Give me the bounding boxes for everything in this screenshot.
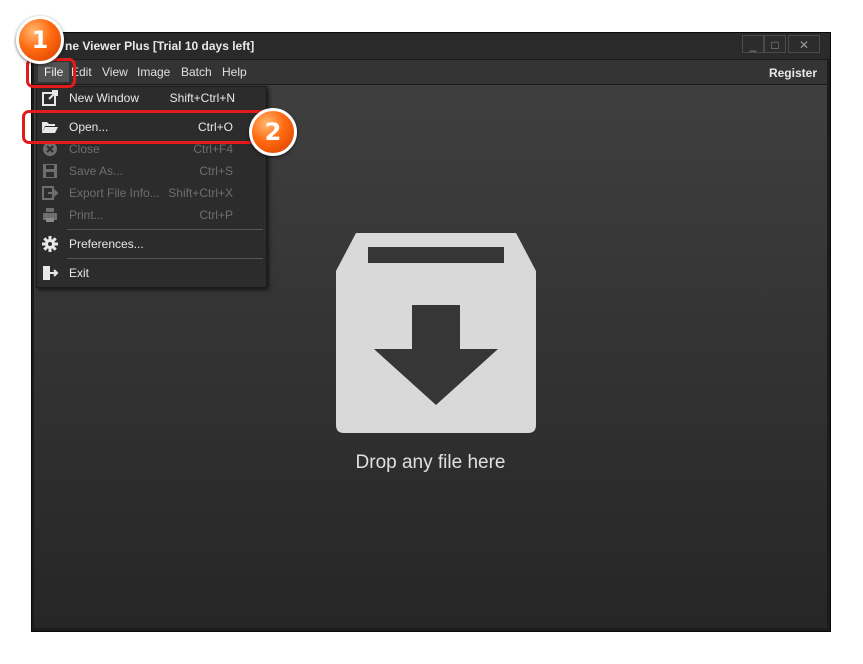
menu-item-save-as[interactable]: Save As... Ctrl+S bbox=[37, 160, 266, 182]
menu-item-export-file-info[interactable]: Export File Info... Shift+Ctrl+X bbox=[37, 182, 266, 204]
export-icon bbox=[42, 186, 59, 200]
new-window-icon bbox=[42, 90, 58, 106]
printer-icon bbox=[43, 208, 57, 222]
menu-separator bbox=[67, 229, 263, 230]
exit-icon bbox=[43, 266, 59, 280]
minimize-button[interactable]: _ bbox=[742, 35, 764, 53]
menu-image[interactable]: Image bbox=[137, 65, 170, 79]
menu-item-preferences[interactable]: Preferences... bbox=[37, 233, 266, 255]
menu-item-shortcut: Ctrl+S bbox=[199, 164, 233, 178]
menu-bar: File Edit View Image Batch Help Register bbox=[34, 60, 827, 84]
menu-view[interactable]: View bbox=[102, 65, 128, 79]
menu-item-label: Preferences... bbox=[69, 237, 144, 251]
gear-icon bbox=[42, 236, 58, 252]
close-button[interactable]: ✕ bbox=[788, 35, 820, 53]
menu-item-shortcut: Shift+Ctrl+N bbox=[169, 91, 235, 105]
step-badge-1: 1 bbox=[16, 16, 64, 64]
highlight-open-item bbox=[22, 110, 288, 144]
save-icon bbox=[43, 164, 57, 178]
menu-item-label: New Window bbox=[69, 91, 140, 105]
menu-item-label: Print... bbox=[69, 208, 104, 222]
menu-item-new-window[interactable]: New Window Shift+Ctrl+N bbox=[37, 87, 266, 109]
maximize-button[interactable]: □ bbox=[764, 35, 786, 53]
menu-item-label: Exit bbox=[69, 266, 90, 280]
menu-item-label: Close bbox=[69, 142, 100, 156]
menu-item-shortcut: Shift+Ctrl+X bbox=[168, 186, 233, 200]
menu-item-print[interactable]: Print... Ctrl+P bbox=[37, 204, 266, 226]
drop-text: Drop any file here bbox=[355, 452, 506, 473]
window-title: ne Viewer Plus [Trial 10 days left] bbox=[65, 39, 255, 53]
download-box-icon bbox=[336, 233, 536, 433]
menu-item-label: Save As... bbox=[69, 164, 124, 178]
menu-item-shortcut: Ctrl+F4 bbox=[193, 142, 233, 156]
menu-item-shortcut: Ctrl+P bbox=[199, 208, 233, 222]
step-badge-2: 2 bbox=[249, 108, 297, 156]
menu-help[interactable]: Help bbox=[222, 65, 247, 79]
menu-item-label: Export File Info... bbox=[69, 186, 160, 200]
title-bar[interactable]: ne Viewer Plus [Trial 10 days left] _ □ … bbox=[32, 33, 830, 59]
register-link[interactable]: Register bbox=[769, 66, 817, 80]
menu-batch[interactable]: Batch bbox=[181, 65, 212, 79]
menu-item-exit[interactable]: Exit bbox=[37, 262, 266, 284]
menu-separator bbox=[67, 258, 263, 259]
